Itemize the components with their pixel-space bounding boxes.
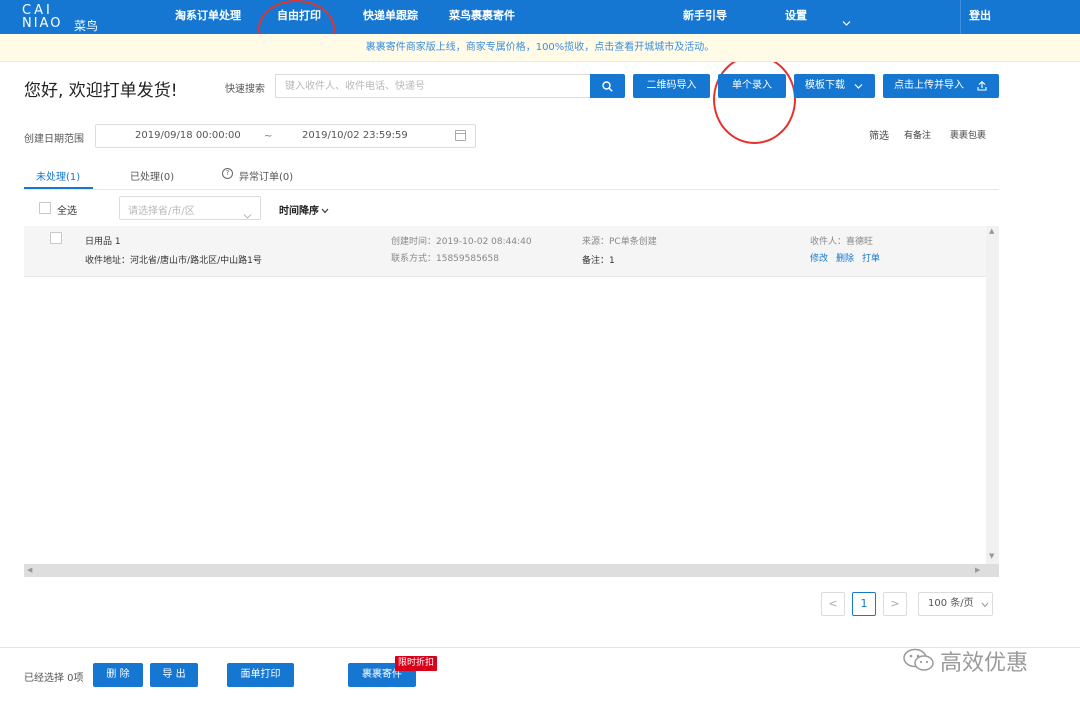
date-start[interactable]: 2019/09/18 00:00:00 [135, 130, 241, 141]
template-download-button[interactable]: 模板下载 [794, 74, 875, 98]
nav-free-print[interactable]: 自由打印 [277, 0, 321, 34]
page-size-label: 100 条/页 [928, 598, 974, 609]
order-address: 收件地址：河北省/唐山市/路北区/中山路1号 [85, 256, 262, 266]
logout-button[interactable]: 登出 [969, 0, 991, 34]
calendar-icon[interactable] [455, 130, 466, 141]
search-icon [602, 80, 613, 92]
upload-import-label: 点击上传并导入 [894, 80, 964, 91]
upload-import-button[interactable]: 点击上传并导入 [883, 74, 999, 98]
order-contact: 联系方式：15859585658 [391, 254, 499, 264]
select-all-label[interactable]: 全选 [57, 202, 77, 217]
logo-cn: 菜鸟 [74, 19, 99, 33]
scroll-left-icon[interactable]: ◀ [27, 566, 32, 574]
filter-label: 筛选 [869, 131, 889, 142]
order-checkbox[interactable] [50, 232, 62, 244]
upload-icon [977, 81, 987, 91]
horizontal-scrollbar[interactable]: ◀ ▶ [24, 564, 986, 577]
chevron-down-icon [854, 84, 863, 89]
search-button[interactable] [590, 74, 625, 98]
prev-page-button[interactable]: < [821, 592, 845, 616]
page-1-button[interactable]: 1 [852, 592, 876, 616]
wechat-icon [902, 648, 936, 672]
quick-search-label: 快速搜索 [225, 84, 265, 95]
scroll-up-icon[interactable]: ▲ [989, 227, 994, 235]
select-all-checkbox[interactable] [39, 202, 51, 214]
logo-line2: NIAO [22, 16, 63, 31]
page-size-chevron-down-icon [981, 602, 989, 608]
template-download-label: 模板下载 [805, 80, 845, 91]
date-end[interactable]: 2019/10/02 23:59:59 [302, 130, 408, 141]
filter-package[interactable]: 裹裹包裹 [950, 128, 986, 141]
region-chevron-down-icon [243, 205, 252, 224]
order-note: 备注：1 [582, 256, 615, 266]
scroll-right-icon[interactable]: ▶ [975, 566, 980, 574]
date-separator: ~ [264, 131, 273, 142]
watermark-text: 高效优惠 [940, 651, 1029, 676]
sort-time-desc[interactable]: 时间降序 [279, 202, 329, 217]
sort-label: 时间降序 [279, 206, 319, 217]
search-input[interactable] [275, 74, 591, 98]
scroll-down-icon[interactable]: ▼ [989, 552, 994, 560]
nav-divider [960, 0, 961, 34]
qr-import-button[interactable]: 二维码导入 [633, 74, 710, 98]
order-edit-link[interactable]: 修改 [810, 251, 828, 264]
next-page-button[interactable]: > [883, 592, 907, 616]
tab-processed[interactable]: 已处理(0) [130, 168, 174, 183]
nav-guoguo-send[interactable]: 菜鸟裹裹寄件 [449, 0, 515, 34]
sort-chevron-down-icon [321, 208, 329, 214]
tab-abnormal[interactable]: 异常订单(0) [239, 168, 293, 183]
order-source: 来源：PC单条创建 [582, 237, 657, 247]
tab-divider [24, 189, 999, 190]
page-size-select[interactable]: 100 条/页 [918, 592, 993, 616]
order-print-link[interactable]: 打单 [862, 251, 880, 264]
delete-button[interactable]: 删 除 [93, 663, 143, 687]
nav-beginner-guide[interactable]: 新手引导 [683, 0, 727, 34]
question-circle-icon: ? [222, 168, 233, 179]
nav-taobao-orders[interactable]: 淘系订单处理 [175, 0, 241, 34]
single-entry-button[interactable]: 单个录入 [718, 74, 786, 98]
selected-count: 已经选择 0项 [24, 673, 84, 684]
settings-chevron-down-icon[interactable] [842, 12, 851, 31]
export-button[interactable]: 导 出 [150, 663, 198, 687]
vertical-scrollbar[interactable]: ▲ ▼ [986, 226, 999, 564]
order-list [24, 225, 999, 577]
order-row[interactable]: 日用品 1 收件地址：河北省/唐山市/路北区/中山路1号 创建时间：2019-1… [24, 226, 986, 277]
nav-settings[interactable]: 设置 [785, 0, 807, 34]
cainiao-logo[interactable]: CAI NIAO 菜鸟 [22, 2, 102, 33]
order-product: 日用品 1 [85, 237, 121, 247]
print-sheet-button[interactable]: 面单打印 [227, 663, 294, 687]
date-range-label: 创建日期范围 [24, 134, 84, 145]
order-recipient: 收件人：喜德旺 [810, 237, 874, 247]
top-nav-bar [0, 0, 1080, 34]
order-created-time: 创建时间：2019-10-02 08:44:40 [391, 237, 532, 247]
order-delete-link[interactable]: 删除 [836, 251, 854, 264]
nav-tracking[interactable]: 快递单跟踪 [363, 0, 418, 34]
filter-has-note[interactable]: 有备注 [904, 128, 931, 141]
tab-unprocessed[interactable]: 未处理(1) [36, 168, 80, 183]
limited-discount-badge: 限时折扣 [395, 656, 438, 671]
promo-notice-bar[interactable]: 裹裹寄件商家版上线，商家专属价格，100%揽收，点击查看开城城市及活动。 [0, 34, 1080, 62]
annotation-circle-single-entry [713, 55, 796, 144]
page-greeting: 您好, 欢迎打单发货! [24, 81, 178, 101]
scroll-corner [986, 564, 999, 577]
region-placeholder: 请选择省/市/区 [128, 206, 195, 217]
